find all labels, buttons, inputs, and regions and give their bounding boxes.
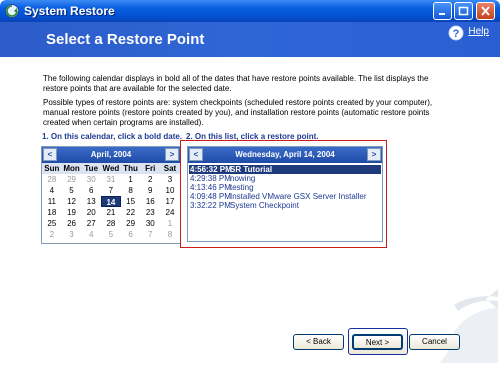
- calendar-day[interactable]: 4: [81, 229, 101, 240]
- calendar-week: 28 29 30 31 1 2 3: [42, 174, 180, 185]
- restore-point-item[interactable]: 4:56:32 PMSR Tutorial: [189, 165, 381, 174]
- svg-text:?: ?: [453, 28, 460, 40]
- calendar-day[interactable]: 24: [160, 207, 180, 218]
- calendar-day[interactable]: 29: [62, 174, 82, 185]
- calendar-day[interactable]: 30: [140, 218, 160, 229]
- calendar-day[interactable]: 4: [42, 185, 62, 196]
- calendar-day[interactable]: 23: [140, 207, 160, 218]
- calendar-day[interactable]: 10: [160, 185, 180, 196]
- weekday-label: Fri: [140, 163, 161, 174]
- cancel-button[interactable]: Cancel: [409, 334, 460, 350]
- weekday-label: Wed: [101, 163, 121, 174]
- restore-point-name: SR Tutorial: [230, 165, 273, 174]
- calendar-day[interactable]: 31: [101, 174, 121, 185]
- restore-point-time: 3:32:22 PM: [190, 201, 231, 210]
- calendar-day[interactable]: 5: [62, 185, 82, 196]
- calendar-day[interactable]: 26: [62, 218, 82, 229]
- calendar-day[interactable]: 21: [101, 207, 121, 218]
- weekday-header-row: Sun Mon Tue Wed Thu Fri Sat: [42, 163, 180, 174]
- restore-point-time: 4:09:48 PM: [190, 192, 231, 201]
- restore-watermark-icon: [440, 289, 498, 363]
- calendar-day[interactable]: 22: [121, 207, 141, 218]
- calendar-header: < April, 2004 >: [42, 147, 180, 163]
- intro-text-1: The following calendar displays in bold …: [43, 74, 429, 93]
- next-month-button[interactable]: >: [165, 148, 179, 161]
- calendar-day[interactable]: 16: [140, 196, 160, 207]
- system-restore-icon: [4, 3, 20, 19]
- window-title: System Restore: [24, 4, 115, 18]
- calendar-week: 18 19 20 21 22 23 24: [42, 207, 180, 218]
- list-header: < Wednesday, April 14, 2004 >: [188, 147, 382, 163]
- next-day-button[interactable]: >: [367, 148, 381, 161]
- help-link[interactable]: Help: [468, 26, 489, 37]
- next-button[interactable]: Next >: [352, 334, 403, 350]
- calendar-day[interactable]: 3: [62, 229, 82, 240]
- restore-point-time: 4:29:38 PM: [190, 174, 231, 183]
- calendar-day[interactable]: 18: [42, 207, 62, 218]
- calendar-day[interactable]: 19: [62, 207, 82, 218]
- restore-point-item[interactable]: 4:09:48 PMInstalled VMware GSX Server In…: [189, 192, 381, 201]
- calendar-grid: Sun Mon Tue Wed Thu Fri Sat 28 29 30 31 1 2 3 4 5 6 7 8 9 10…: [42, 163, 180, 240]
- weekday-label: Sat: [160, 163, 180, 174]
- calendar-day[interactable]: 6: [121, 229, 141, 240]
- calendar-day[interactable]: 2: [42, 229, 62, 240]
- calendar-day[interactable]: 13: [81, 196, 101, 207]
- restore-calendar: < April, 2004 > Sun Mon Tue Wed Thu Fri Sat 28 2…: [41, 146, 181, 244]
- maximize-button[interactable]: [454, 2, 473, 20]
- calendar-day[interactable]: 7: [140, 229, 160, 240]
- title-bar: System Restore: [0, 0, 500, 22]
- restore-point-items: 4:56:32 PMSR Tutorial 4:29:38 PMnowing 4:1…: [189, 165, 381, 210]
- help-icon[interactable]: ?: [448, 25, 464, 44]
- calendar-week: 25 26 27 28 29 30 1: [42, 218, 180, 229]
- calendar-month: April, 2004: [90, 150, 132, 159]
- restore-point-name: nowing: [230, 174, 256, 183]
- calendar-day[interactable]: 8: [121, 185, 141, 196]
- calendar-day[interactable]: 28: [101, 218, 121, 229]
- restore-point-item[interactable]: 3:32:22 PMSystem Checkpoint: [189, 201, 381, 210]
- calendar-week: 4 5 6 7 8 9 10: [42, 185, 180, 196]
- calendar-day[interactable]: 2: [140, 174, 160, 185]
- list-date: Wednesday, April 14, 2004: [235, 150, 335, 159]
- calendar-day[interactable]: 25: [42, 218, 62, 229]
- calendar-day[interactable]: 6: [81, 185, 101, 196]
- calendar-day[interactable]: 27: [81, 218, 101, 229]
- weekday-label: Mon: [61, 163, 82, 174]
- page-header: Select a Restore Point ? Help: [0, 22, 500, 57]
- calendar-day[interactable]: 28: [42, 174, 62, 185]
- page-title: Select a Restore Point: [46, 31, 205, 48]
- calendar-day[interactable]: 17: [160, 196, 180, 207]
- restore-point-time: 4:13:46 PM: [190, 183, 231, 192]
- calendar-day[interactable]: 14: [101, 196, 121, 207]
- restore-point-list: < Wednesday, April 14, 2004 > 4:56:32 PM…: [187, 146, 383, 242]
- calendar-week: 11 12 13 14 15 16 17: [42, 196, 180, 207]
- calendar-day[interactable]: 30: [81, 174, 101, 185]
- calendar-day[interactable]: 8: [160, 229, 180, 240]
- back-button[interactable]: < Back: [293, 334, 344, 350]
- close-button[interactable]: [476, 2, 495, 20]
- calendar-day[interactable]: 15: [121, 196, 141, 207]
- restore-point-name: Installed VMware GSX Server Installer: [230, 192, 367, 201]
- calendar-week: 2345678: [42, 229, 180, 240]
- calendar-day[interactable]: 5: [101, 229, 121, 240]
- calendar-day[interactable]: 29: [121, 218, 141, 229]
- calendar-day[interactable]: 9: [140, 185, 160, 196]
- restore-point-item[interactable]: 4:29:38 PMnowing: [189, 174, 381, 183]
- restore-point-name: System Checkpoint: [230, 201, 299, 210]
- calendar-day[interactable]: 7: [101, 185, 121, 196]
- restore-point-item[interactable]: 4:13:46 PMtesting: [189, 183, 381, 192]
- restore-point-time: 4:56:32 PM: [190, 165, 232, 174]
- minimize-button[interactable]: [433, 2, 452, 20]
- calendar-day[interactable]: 20: [81, 207, 101, 218]
- calendar-day[interactable]: 11: [42, 196, 62, 207]
- restore-point-name: testing: [230, 183, 254, 192]
- step-1-label: 1. On this calendar, click a bold date.: [42, 132, 183, 141]
- calendar-day[interactable]: 3: [160, 174, 180, 185]
- calendar-day[interactable]: 1: [160, 218, 180, 229]
- weekday-label: Sun: [42, 163, 62, 174]
- weekday-label: Tue: [81, 163, 102, 174]
- intro-text-2: Possible types of restore points are: sy…: [43, 98, 433, 127]
- calendar-day[interactable]: 1: [121, 174, 141, 185]
- calendar-day[interactable]: 12: [62, 196, 82, 207]
- weekday-label: Thu: [120, 163, 141, 174]
